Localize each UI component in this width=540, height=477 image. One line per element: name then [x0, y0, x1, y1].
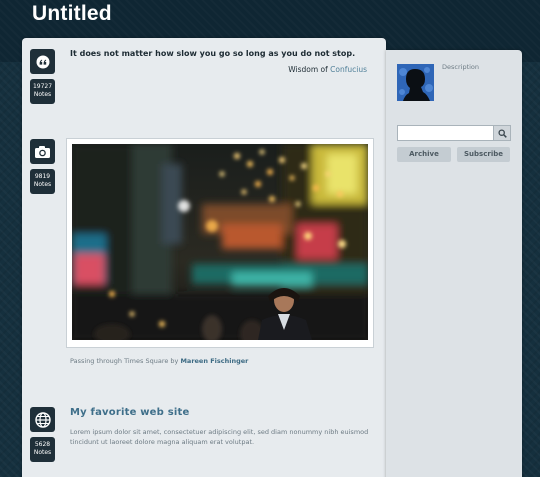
notes-label: Notes [33, 91, 52, 98]
notes-badge[interactable]: 19727 Notes [30, 79, 55, 104]
search-input[interactable] [397, 125, 494, 141]
quote-icon [30, 49, 55, 74]
subscribe-button[interactable]: Subscribe [457, 147, 510, 162]
photo-credit-link[interactable]: Mareen Fischinger [180, 357, 248, 365]
search-icon [497, 128, 507, 138]
globe-icon [30, 407, 55, 432]
camera-icon [30, 139, 55, 164]
photo-frame [66, 138, 374, 348]
notes-count: 19727 [32, 83, 53, 90]
archive-button[interactable]: Archive [397, 147, 451, 162]
description-label: Description [442, 63, 480, 71]
quote-text: It does not matter how slow you go so lo… [70, 49, 356, 58]
photo-caption: Passing through Times Square by Mareen F… [70, 357, 248, 365]
avatar[interactable] [397, 64, 434, 101]
notes-label: Notes [33, 181, 52, 188]
notes-badge[interactable]: 5628 Notes [30, 437, 55, 462]
times-square-photo[interactable] [72, 144, 368, 340]
notes-count: 5628 [34, 441, 51, 448]
link-post-body: Lorem ipsum dolor sit amet, consectetuer… [70, 428, 369, 446]
sidebar: Description Archive Subscribe [386, 50, 522, 477]
posts-panel: 19727 Notes It does not matter how slow … [22, 38, 386, 477]
blog-title[interactable]: Untitled [32, 2, 112, 26]
notes-label: Notes [33, 449, 52, 456]
link-post-title[interactable]: My favorite web site [70, 407, 189, 418]
quote-author-link[interactable]: Confucius [330, 65, 367, 74]
notes-badge[interactable]: 9819 Notes [30, 169, 55, 194]
notes-count: 9819 [34, 173, 51, 180]
quote-source-prefix: Wisdom of [288, 65, 328, 74]
search-button[interactable] [494, 125, 511, 141]
caption-prefix: Passing through Times Square by [70, 357, 179, 365]
quote-source: Wisdom of Confucius [288, 65, 367, 74]
